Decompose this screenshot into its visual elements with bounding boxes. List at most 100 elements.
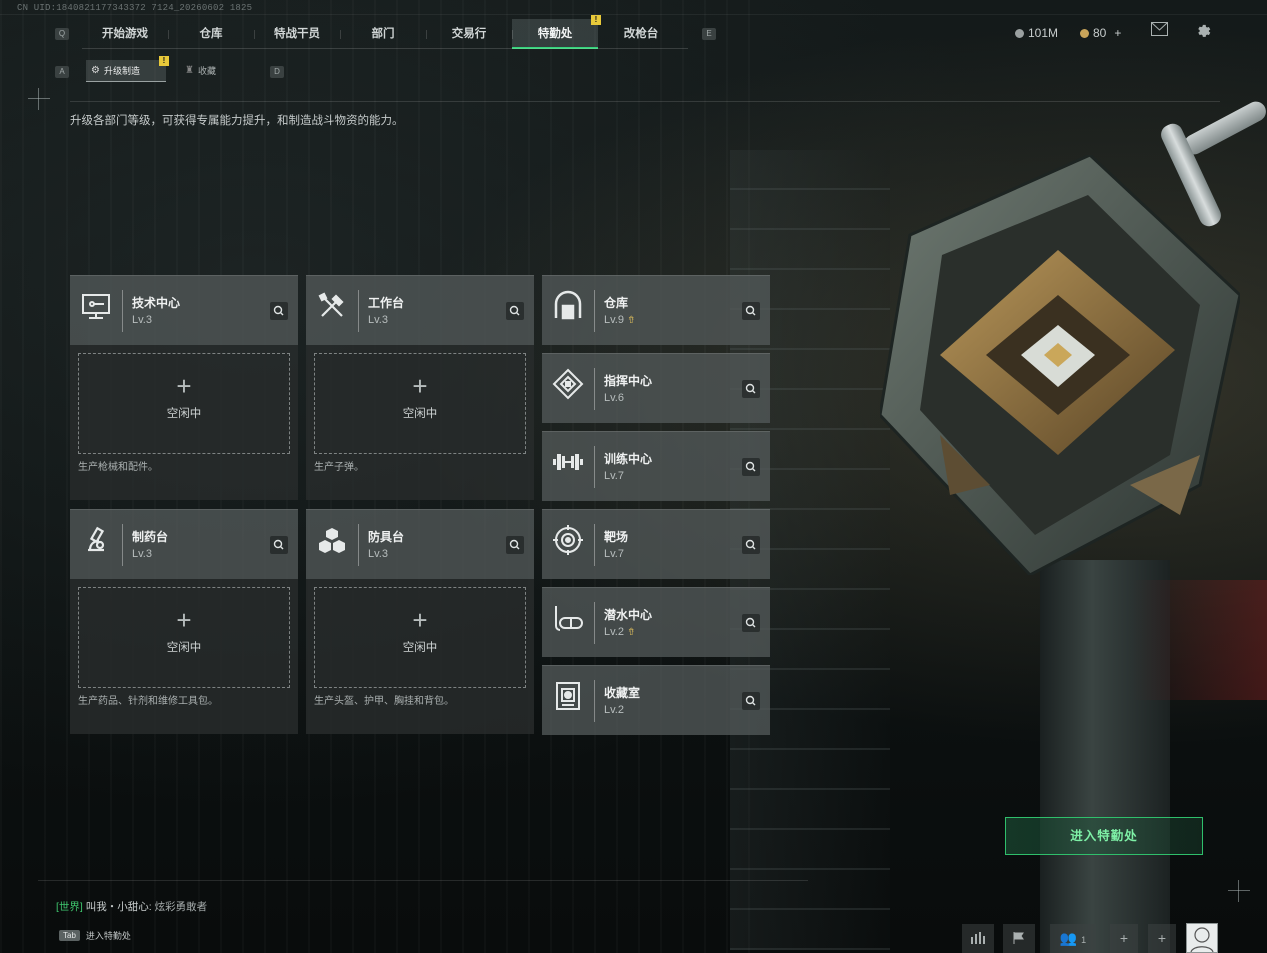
production-slot-armor-bench[interactable]: + 空闲中 生产头盔、护甲、胸挂和背包。 xyxy=(306,579,534,734)
stats-chart-icon[interactable] xyxy=(962,924,994,953)
facility-level: Lv.3 xyxy=(132,314,152,326)
facility-name: 技术中心 xyxy=(132,296,181,310)
subnav-next-key-hint: D xyxy=(270,66,284,78)
search-icon[interactable] xyxy=(742,614,760,632)
facility-name: 防具台 xyxy=(368,530,405,544)
player-avatar[interactable] xyxy=(1186,923,1218,953)
subnav-prev-key-hint: A xyxy=(55,66,69,78)
add-currency-button[interactable]: + xyxy=(1114,26,1121,40)
tab-special-ops[interactable]: 特勤处 xyxy=(512,19,598,49)
facility-name: 靶场 xyxy=(604,530,629,544)
pharmacy-icon xyxy=(80,524,112,556)
search-icon[interactable] xyxy=(742,458,760,476)
facility-card-armor-bench[interactable]: 防具台 Lv.3 xyxy=(306,509,534,579)
upgrade-available-icon: ⇮ xyxy=(626,315,636,326)
tab-gunsmith[interactable]: 改枪台 xyxy=(598,19,684,49)
facility-name: 仓库 xyxy=(604,296,629,310)
friends-count: 1 xyxy=(1081,935,1087,945)
add-production-icon: + xyxy=(176,371,192,401)
hafcoin-balance[interactable]: 101M xyxy=(1015,26,1058,40)
tab-start-game[interactable]: 开始游戏 xyxy=(82,19,168,49)
training-center-icon xyxy=(552,446,584,478)
search-icon[interactable] xyxy=(506,536,524,554)
search-icon[interactable] xyxy=(270,536,288,554)
tab-key-hint: Tab 进入特勤处 xyxy=(59,929,131,942)
production-slot-tech-center[interactable]: + 空闲中 生产枪械和配件。 xyxy=(70,345,298,500)
facility-level: Lv.7 xyxy=(604,470,624,482)
friends-icon: 👥 xyxy=(1059,930,1078,946)
facility-card-pharmacy[interactable]: 制药台 Lv.3 xyxy=(70,509,298,579)
facility-card-shooting-range[interactable]: 靶场 Lv.7 xyxy=(542,509,770,579)
tab-department[interactable]: 部门 xyxy=(340,19,426,49)
facility-card-workbench[interactable]: 工作台 Lv.3 xyxy=(306,275,534,345)
workbench-icon xyxy=(316,290,348,322)
enter-special-ops-button[interactable]: 进入特勤处 xyxy=(1005,817,1203,855)
premium-coin-icon xyxy=(1080,28,1089,38)
divider-line xyxy=(0,14,1267,15)
tab-warehouse[interactable]: 仓库 xyxy=(168,19,254,49)
collection-room-icon xyxy=(552,680,584,712)
production-slot-workbench[interactable]: + 空闲中 生产子弹。 xyxy=(306,345,534,500)
slot-status: 空闲中 xyxy=(166,408,202,420)
hafcoin-icon xyxy=(1015,28,1024,38)
facility-card-command-center[interactable]: 指挥中心 Lv.6 xyxy=(542,353,770,423)
chat-channel: [世界] xyxy=(56,901,83,913)
facility-card-training-center[interactable]: 训练中心 Lv.7 xyxy=(542,431,770,501)
search-icon[interactable] xyxy=(506,302,524,320)
tab-key: Tab xyxy=(59,930,80,941)
shooting-range-icon xyxy=(552,524,584,556)
subtab-upgrade-craft[interactable]: ⚙ 升级制造 xyxy=(86,60,166,82)
slot-description: 生产枪械和配件。 xyxy=(78,462,158,473)
tab-trading[interactable]: 交易行 xyxy=(426,19,512,49)
warehouse-icon xyxy=(552,290,584,322)
add-teammate-button[interactable]: + xyxy=(1110,924,1138,953)
slot-description: 生产头盔、护甲、胸挂和背包。 xyxy=(314,696,454,707)
diving-center-icon xyxy=(552,602,584,634)
world-chat-line[interactable]: [世界] 叫我・小甜心: 炫彩勇敢者 xyxy=(56,899,207,914)
premium-balance[interactable]: 80 + xyxy=(1080,26,1121,40)
notification-badge: ! xyxy=(159,56,169,66)
frame-corner-mark xyxy=(28,88,50,110)
search-icon[interactable] xyxy=(742,380,760,398)
facility-card-tech-center[interactable]: 技术中心 Lv.3 xyxy=(70,275,298,345)
nav-prev-key-hint: Q xyxy=(55,28,69,40)
page-description: 升级各部门等级，可获得专属能力提升，和制造战斗物资的能力。 xyxy=(70,115,404,127)
upgrade-available-icon: ⇮ xyxy=(626,627,636,638)
production-slot-pharmacy[interactable]: + 空闲中 生产药品、针剂和维修工具包。 xyxy=(70,579,298,734)
facility-name: 指挥中心 xyxy=(604,374,653,388)
search-icon[interactable] xyxy=(270,302,288,320)
facility-level: Lv.2 ⇮ xyxy=(604,626,636,638)
mail-icon[interactable] xyxy=(1151,22,1168,41)
settings-gear-icon[interactable] xyxy=(1194,22,1211,44)
facility-level: Lv.6 xyxy=(604,392,624,404)
facility-card-diving-center[interactable]: 潜水中心 Lv.2 ⇮ xyxy=(542,587,770,657)
search-icon[interactable] xyxy=(742,692,760,710)
search-icon[interactable] xyxy=(742,302,760,320)
facility-name: 训练中心 xyxy=(604,452,653,466)
flag-icon[interactable] xyxy=(1003,924,1035,953)
facility-card-collection-room[interactable]: 收藏室 Lv.2 xyxy=(542,665,770,735)
slot-status: 空闲中 xyxy=(402,642,438,654)
facility-name: 制药台 xyxy=(132,530,169,544)
facility-name: 收藏室 xyxy=(604,686,641,700)
tech-center-icon xyxy=(80,290,112,322)
tab-operators[interactable]: 特战干员 xyxy=(254,19,340,49)
facility-level: Lv.2 xyxy=(604,704,624,716)
special-ops-core-cube xyxy=(880,155,1240,575)
search-icon[interactable] xyxy=(742,536,760,554)
facility-card-warehouse[interactable]: 仓库 Lv.9 ⇮ xyxy=(542,275,770,345)
upgrade-gear-icon: ⚙ xyxy=(91,65,100,76)
facility-level: Lv.7 xyxy=(604,548,624,560)
friends-button[interactable]: 👥 1 xyxy=(1050,924,1096,953)
facility-name: 潜水中心 xyxy=(604,608,653,622)
frame-corner-mark xyxy=(1228,880,1250,902)
trophy-icon: ♜ xyxy=(185,65,194,76)
slot-status: 空闲中 xyxy=(166,642,202,654)
add-teammate-button[interactable]: + xyxy=(1148,924,1176,953)
notification-badge: ! xyxy=(591,15,601,25)
subtab-collection[interactable]: ♜ 收藏 xyxy=(180,60,250,82)
slot-description: 生产药品、针剂和维修工具包。 xyxy=(78,696,218,707)
facility-name: 工作台 xyxy=(368,296,405,310)
facility-level: Lv.3 xyxy=(368,548,388,560)
divider-line xyxy=(70,101,1220,102)
